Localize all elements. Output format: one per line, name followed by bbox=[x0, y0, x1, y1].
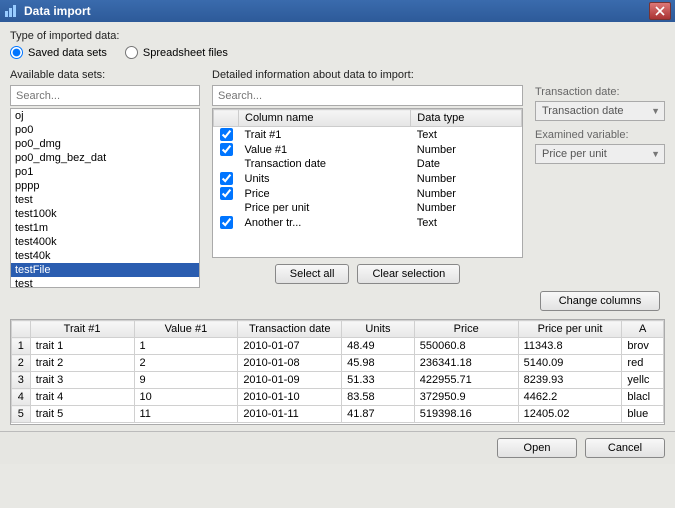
data-preview-table[interactable]: Trait #1Value #1Transaction dateUnitsPri… bbox=[10, 319, 665, 425]
preview-row[interactable]: 1trait 112010-01-0748.49550060.811343.8b… bbox=[12, 338, 664, 355]
preview-row[interactable]: 4trait 4102010-01-1083.58372950.94462.2b… bbox=[12, 389, 664, 406]
datasets-listbox[interactable]: ojpo0po0_dmgpo0_dmg_bez_datpo1pppptestte… bbox=[10, 108, 200, 288]
col-header-type[interactable]: Data type bbox=[411, 110, 522, 127]
chevron-down-icon: ▼ bbox=[651, 149, 660, 159]
app-icon bbox=[4, 5, 18, 17]
columns-grid[interactable]: Column name Data type Trait #1TextValue … bbox=[212, 108, 523, 258]
transaction-date-label: Transaction date: bbox=[535, 86, 665, 98]
column-checkbox[interactable] bbox=[220, 187, 233, 200]
data-type-radios: Saved data sets Spreadsheet files bbox=[10, 46, 665, 59]
available-label: Available data sets: bbox=[10, 69, 200, 81]
type-label: Type of imported data: bbox=[10, 30, 665, 42]
dataset-item[interactable]: po0_dmg bbox=[11, 137, 199, 151]
preview-header[interactable]: Trait #1 bbox=[30, 321, 134, 338]
dataset-item[interactable]: testFile bbox=[11, 263, 199, 277]
transaction-date-combo[interactable]: Transaction date ▼ bbox=[535, 101, 665, 121]
column-checkbox[interactable] bbox=[220, 128, 233, 141]
dialog-footer: Open Cancel bbox=[0, 431, 675, 464]
change-columns-button[interactable]: Change columns bbox=[540, 291, 660, 311]
column-checkbox[interactable] bbox=[220, 143, 233, 156]
radio-spreadsheet[interactable]: Spreadsheet files bbox=[125, 46, 228, 59]
column-row[interactable]: PriceNumber bbox=[214, 186, 522, 201]
radio-saved[interactable]: Saved data sets bbox=[10, 46, 107, 59]
dataset-item[interactable]: po1 bbox=[11, 165, 199, 179]
column-row[interactable]: Value #1Number bbox=[214, 142, 522, 157]
dataset-item[interactable]: test_ bbox=[11, 277, 199, 288]
dataset-item[interactable]: oj bbox=[11, 109, 199, 123]
dataset-item[interactable]: pppp bbox=[11, 179, 199, 193]
column-checkbox[interactable] bbox=[220, 216, 233, 229]
titlebar: Data import bbox=[0, 0, 675, 22]
preview-header[interactable]: A bbox=[622, 321, 664, 338]
dataset-item[interactable]: po0_dmg_bez_dat bbox=[11, 151, 199, 165]
preview-row[interactable]: 2trait 222010-01-0845.98236341.185140.09… bbox=[12, 355, 664, 372]
dataset-item[interactable]: test400k bbox=[11, 235, 199, 249]
preview-header[interactable]: Price per unit bbox=[518, 321, 622, 338]
window-title: Data import bbox=[24, 4, 649, 18]
detailed-label: Detailed information about data to impor… bbox=[212, 69, 523, 81]
preview-header[interactable]: Value #1 bbox=[134, 321, 238, 338]
close-button[interactable] bbox=[649, 2, 671, 20]
radio-spreadsheet-input[interactable] bbox=[125, 46, 138, 59]
column-row[interactable]: Transaction dateDate bbox=[214, 157, 522, 171]
examined-variable-combo[interactable]: Price per unit ▼ bbox=[535, 144, 665, 164]
clear-selection-button[interactable]: Clear selection bbox=[357, 264, 460, 284]
preview-row[interactable]: 3trait 392010-01-0951.33422955.718239.93… bbox=[12, 372, 664, 389]
preview-header[interactable]: Transaction date bbox=[238, 321, 342, 338]
dataset-item[interactable]: test100k bbox=[11, 207, 199, 221]
cancel-button[interactable]: Cancel bbox=[585, 438, 665, 458]
search-columns-input[interactable] bbox=[212, 85, 523, 106]
preview-row[interactable]: 5trait 5112010-01-1141.87519398.1612405.… bbox=[12, 406, 664, 423]
search-datasets-input[interactable] bbox=[10, 85, 200, 106]
column-row[interactable]: Trait #1Text bbox=[214, 127, 522, 143]
dataset-item[interactable]: test40k bbox=[11, 249, 199, 263]
open-button[interactable]: Open bbox=[497, 438, 577, 458]
column-row[interactable]: Price per unitNumber bbox=[214, 201, 522, 215]
radio-saved-input[interactable] bbox=[10, 46, 23, 59]
dataset-item[interactable]: test1m bbox=[11, 221, 199, 235]
preview-header[interactable]: Units bbox=[342, 321, 415, 338]
chevron-down-icon: ▼ bbox=[651, 106, 660, 116]
dataset-item[interactable]: test bbox=[11, 193, 199, 207]
preview-header[interactable]: Price bbox=[414, 321, 518, 338]
column-row[interactable]: UnitsNumber bbox=[214, 171, 522, 186]
select-all-button[interactable]: Select all bbox=[275, 264, 350, 284]
dataset-item[interactable]: po0 bbox=[11, 123, 199, 137]
examined-variable-label: Examined variable: bbox=[535, 129, 665, 141]
column-checkbox[interactable] bbox=[220, 172, 233, 185]
col-header-name[interactable]: Column name bbox=[239, 110, 411, 127]
column-row[interactable]: Another tr...Text bbox=[214, 215, 522, 230]
